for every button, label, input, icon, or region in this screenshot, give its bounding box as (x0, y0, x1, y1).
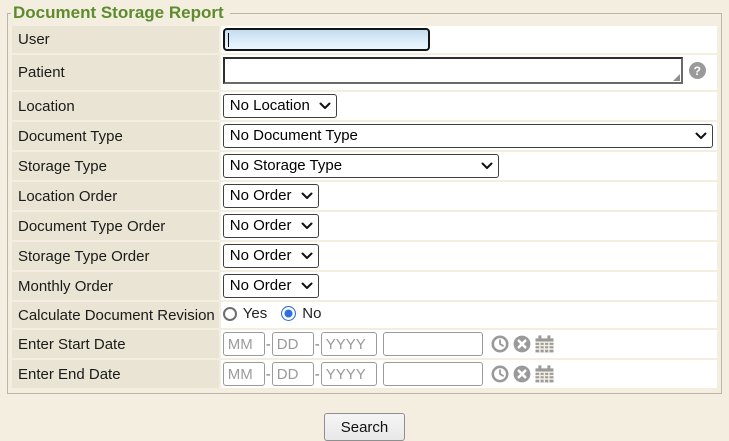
row-label-start-date: Enter Start Date (12, 330, 219, 358)
end-date-group: -- (223, 362, 554, 386)
row-value-patient: ? (221, 55, 717, 90)
help-icon[interactable]: ? (689, 62, 706, 79)
resize-handle[interactable] (673, 74, 680, 81)
monthly-order-select[interactable]: No Order (223, 274, 319, 298)
form-row-monthly-order: Monthly OrderNo Order (12, 272, 717, 300)
row-label-end-date: Enter End Date (12, 360, 219, 388)
document-type-order-select[interactable]: No Order (223, 214, 319, 238)
form-row-location-order: Location OrderNo Order (12, 182, 717, 210)
row-value-document-type-order: No Order (221, 212, 717, 240)
radio-label-no[interactable]: No (302, 305, 321, 322)
row-label-user: User (12, 26, 219, 53)
page-title: Document Storage Report (11, 3, 230, 23)
form-row-location: LocationNo Location (12, 92, 717, 120)
date-separator: - (315, 336, 320, 353)
start-date-time-input[interactable] (383, 332, 483, 356)
row-value-monthly-order: No Order (221, 272, 717, 300)
form-row-end-date: Enter End Date-- (12, 360, 717, 388)
clear-icon[interactable] (513, 335, 531, 353)
form-row-start-date: Enter Start Date-- (12, 330, 717, 358)
radio-yes[interactable] (223, 307, 237, 321)
row-value-calculate-document-revision: Yes No (221, 302, 717, 328)
row-label-storage-type-order: Storage Type Order (12, 242, 219, 270)
location-select[interactable]: No Location (223, 94, 337, 118)
row-value-storage-type-order: No Order (221, 242, 717, 270)
clear-icon[interactable] (513, 365, 531, 383)
date-separator: - (315, 366, 320, 383)
date-separator: - (266, 366, 271, 383)
row-label-location-order: Location Order (12, 182, 219, 210)
row-label-document-type-order: Document Type Order (12, 212, 219, 240)
text-caret (228, 33, 229, 47)
row-label-calculate-document-revision: Calculate Document Revision (12, 302, 219, 328)
patient-input[interactable] (223, 57, 683, 84)
end-date-icons (491, 365, 554, 383)
start-date-yyyy-input[interactable] (321, 332, 377, 356)
clock-icon[interactable] (491, 335, 509, 353)
end-date-time-input[interactable] (383, 362, 483, 386)
calculate-document-revision-radio-group: Yes No (223, 305, 332, 322)
clock-icon[interactable] (491, 365, 509, 383)
row-value-location-order: No Order (221, 182, 717, 210)
row-value-user (221, 26, 717, 53)
form-row-storage-type: Storage TypeNo Storage Type (12, 152, 717, 180)
form-row-storage-type-order: Storage Type OrderNo Order (12, 242, 717, 270)
row-label-patient: Patient (12, 55, 219, 90)
report-form-table: UserPatient?LocationNo LocationDocument … (10, 24, 719, 390)
row-label-monthly-order: Monthly Order (12, 272, 219, 300)
location-order-select[interactable]: No Order (223, 184, 319, 208)
form-row-patient: Patient? (12, 55, 717, 90)
form-row-user: User (12, 26, 717, 53)
calendar-icon[interactable] (535, 365, 554, 383)
row-value-end-date: -- (221, 360, 717, 388)
start-date-dd-input[interactable] (272, 332, 314, 356)
calendar-icon[interactable] (535, 335, 554, 353)
row-label-storage-type: Storage Type (12, 152, 219, 180)
radio-no[interactable] (281, 306, 296, 321)
row-label-document-type: Document Type (12, 122, 219, 150)
storage-type-order-select[interactable]: No Order (223, 244, 319, 268)
document-storage-report-panel: Document Storage Report UserPatient?Loca… (7, 3, 722, 394)
row-value-location: No Location (221, 92, 717, 120)
start-date-group: -- (223, 332, 554, 356)
search-button-row: Search (0, 413, 729, 441)
row-value-document-type: No Document Type (221, 122, 717, 150)
date-separator: - (266, 336, 271, 353)
form-row-document-type-order: Document Type OrderNo Order (12, 212, 717, 240)
radio-label-yes[interactable]: Yes (243, 305, 267, 322)
form-row-calculate-document-revision: Calculate Document Revision Yes No (12, 302, 717, 328)
row-value-start-date: -- (221, 330, 717, 358)
end-date-yyyy-input[interactable] (321, 362, 377, 386)
end-date-mm-input[interactable] (223, 362, 265, 386)
form-row-document-type: Document TypeNo Document Type (12, 122, 717, 150)
start-date-icons (491, 335, 554, 353)
storage-type-select[interactable]: No Storage Type (223, 154, 499, 178)
row-value-storage-type: No Storage Type (221, 152, 717, 180)
search-button[interactable]: Search (324, 413, 406, 441)
user-input[interactable] (223, 28, 430, 51)
end-date-dd-input[interactable] (272, 362, 314, 386)
row-label-location: Location (12, 92, 219, 120)
start-date-mm-input[interactable] (223, 332, 265, 356)
document-type-select[interactable]: No Document Type (223, 124, 713, 148)
